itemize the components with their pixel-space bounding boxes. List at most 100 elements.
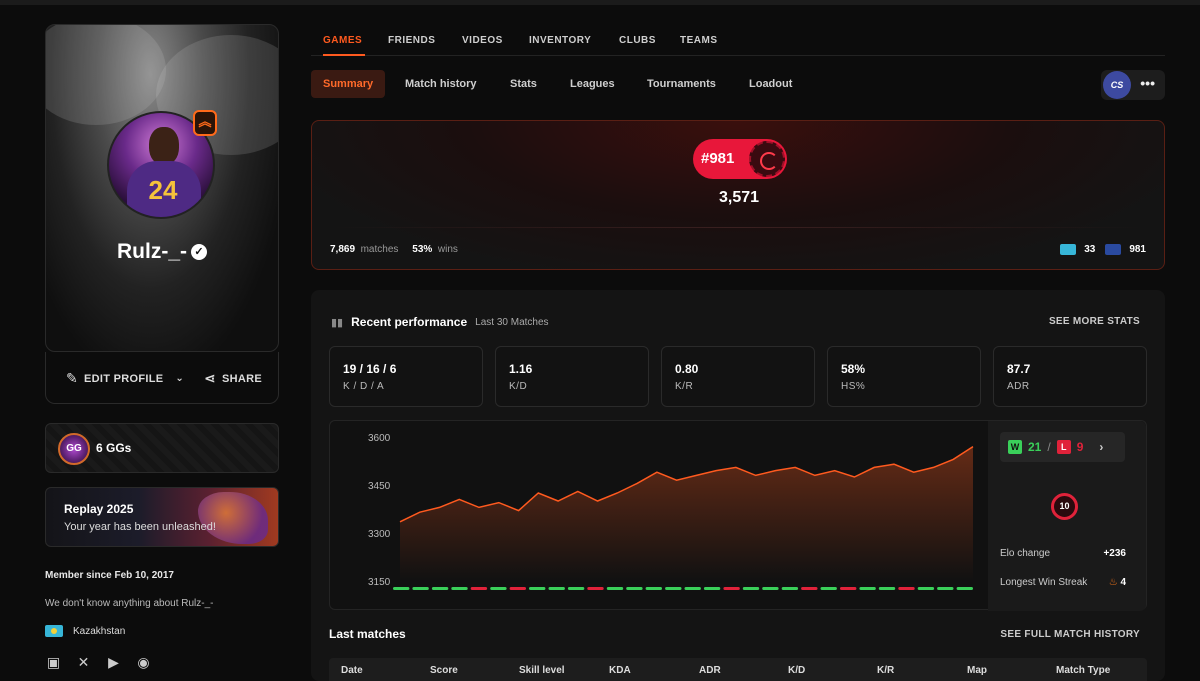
tab-clubs[interactable]: CLUBS bbox=[619, 35, 656, 46]
tab-videos[interactable]: VIDEOS bbox=[462, 35, 503, 46]
match-result-win[interactable] bbox=[490, 587, 507, 590]
y-tick-label: 3600 bbox=[368, 433, 391, 444]
elo-change-row: Elo change +236 bbox=[1000, 548, 1126, 559]
subtab-stats[interactable]: Stats bbox=[498, 70, 549, 98]
twitch-icon[interactable]: ▣ bbox=[45, 654, 62, 671]
match-result-win[interactable] bbox=[606, 587, 624, 590]
chevron-down-icon[interactable]: ⌄ bbox=[175, 373, 184, 384]
tab-friends[interactable]: FRIENDS bbox=[388, 35, 435, 46]
match-result-win[interactable] bbox=[529, 587, 546, 590]
game-selector[interactable]: CS ••• bbox=[1101, 70, 1165, 100]
cs-logo-icon[interactable]: CS bbox=[1103, 71, 1131, 99]
chevron-right-icon[interactable]: › bbox=[1099, 440, 1103, 454]
youtube-icon[interactable]: ▶ bbox=[105, 654, 122, 671]
region-rank[interactable]: 981 bbox=[1105, 244, 1146, 255]
column-header[interactable]: Match Type bbox=[1056, 665, 1110, 676]
match-result-loss[interactable] bbox=[723, 587, 740, 590]
stat-card-kd: 1.16 K/D bbox=[495, 346, 649, 407]
elo-change-value: +236 bbox=[1103, 548, 1126, 559]
stat-label: ADR bbox=[1007, 381, 1030, 392]
steam-icon[interactable]: ◉ bbox=[135, 654, 152, 671]
elo-change-label: Elo change bbox=[1000, 548, 1051, 559]
gg-card[interactable]: GG 6 GGs bbox=[45, 423, 279, 473]
column-header[interactable]: K/R bbox=[877, 665, 894, 676]
match-result-win[interactable] bbox=[859, 587, 876, 590]
more-options-icon[interactable]: ••• bbox=[1140, 75, 1155, 91]
ranking-summary: 33 981 bbox=[1060, 244, 1146, 255]
level-gauge-icon bbox=[749, 141, 785, 177]
share-button[interactable]: ⋖ SHARE bbox=[204, 370, 262, 387]
match-result-win[interactable] bbox=[956, 587, 973, 590]
rank-badge[interactable]: #981 bbox=[693, 139, 787, 179]
column-header[interactable]: ADR bbox=[699, 665, 721, 676]
match-result-loss[interactable] bbox=[898, 587, 915, 590]
subtab-leagues[interactable]: Leagues bbox=[558, 70, 627, 98]
top-strip bbox=[0, 0, 1200, 5]
subtab-summary[interactable]: Summary bbox=[311, 70, 386, 98]
win-streak-label: Longest Win Streak bbox=[1000, 577, 1088, 588]
match-result-win[interactable] bbox=[645, 587, 662, 590]
column-header[interactable]: Map bbox=[967, 665, 987, 676]
match-result-loss[interactable] bbox=[801, 587, 818, 590]
match-result-win[interactable] bbox=[878, 587, 896, 590]
kazakhstan-flag-icon bbox=[1060, 244, 1077, 255]
match-result-win[interactable] bbox=[917, 587, 935, 590]
stat-label: K/R bbox=[675, 381, 694, 392]
verified-icon: ✓ bbox=[191, 244, 207, 261]
country-rank[interactable]: 33 bbox=[1060, 244, 1095, 255]
see-full-history-link[interactable]: SEE FULL MATCH HISTORY bbox=[1000, 629, 1140, 640]
match-result-loss[interactable] bbox=[840, 587, 857, 590]
social-links: ▣ ✕ ▶ ◉ bbox=[45, 654, 152, 671]
subtab-match-history[interactable]: Match history bbox=[393, 70, 489, 98]
chevron-up-icon: ︽ bbox=[193, 110, 217, 136]
match-result-win[interactable] bbox=[742, 587, 760, 590]
username: Rulz-_- ✓ bbox=[45, 240, 279, 264]
column-header[interactable]: Skill level bbox=[519, 665, 565, 676]
match-result-win[interactable] bbox=[451, 587, 468, 590]
column-header[interactable]: Date bbox=[341, 665, 363, 676]
stat-card-hs: 58% HS% bbox=[827, 346, 981, 407]
win-percentage: 53% bbox=[412, 244, 433, 255]
y-tick-label: 3150 bbox=[368, 577, 391, 588]
match-result-win[interactable] bbox=[548, 587, 565, 590]
chart-side-panel: W 21 / L 9 › 10 Elo change +236 Longest … bbox=[988, 421, 1146, 611]
subtab-tournaments[interactable]: Tournaments bbox=[635, 70, 728, 98]
tab-inventory[interactable]: INVENTORY bbox=[529, 35, 591, 46]
stat-value: 19 / 16 / 6 bbox=[343, 362, 397, 376]
elo-chart-container: 3600 3450 3300 3150 W 21 / L 9 › 10 Elo cha… bbox=[329, 420, 1147, 611]
match-summary: 7,869 matches 53% wins bbox=[330, 244, 458, 255]
match-result-loss[interactable] bbox=[470, 587, 488, 590]
match-result-win[interactable] bbox=[431, 587, 449, 590]
match-result-loss[interactable] bbox=[587, 587, 604, 590]
match-result-win[interactable] bbox=[684, 587, 701, 590]
match-result-win[interactable] bbox=[703, 587, 721, 590]
column-header[interactable]: Score bbox=[430, 665, 458, 676]
subtab-loadout[interactable]: Loadout bbox=[737, 70, 804, 98]
active-tab-indicator bbox=[323, 54, 365, 56]
gg-icon: GG bbox=[58, 433, 90, 465]
match-result-win[interactable] bbox=[567, 587, 585, 590]
match-result-win[interactable] bbox=[665, 587, 682, 590]
match-result-loss[interactable] bbox=[509, 587, 526, 590]
match-result-win[interactable] bbox=[762, 587, 779, 590]
column-header[interactable]: KDA bbox=[609, 665, 631, 676]
see-more-stats-link[interactable]: SEE MORE STATS bbox=[1049, 316, 1140, 327]
win-tag-icon: W bbox=[1008, 440, 1022, 454]
tab-teams[interactable]: TEAMS bbox=[680, 35, 718, 46]
match-result-win[interactable] bbox=[412, 587, 429, 590]
rank-value: #981 bbox=[701, 150, 735, 167]
match-result-win[interactable] bbox=[626, 587, 643, 590]
win-loss-summary[interactable]: W 21 / L 9 › bbox=[1000, 432, 1125, 462]
match-result-win[interactable] bbox=[781, 587, 799, 590]
edit-profile-button[interactable]: ✎ EDIT PROFILE ⌄ bbox=[66, 370, 184, 387]
elo-area bbox=[400, 446, 973, 581]
column-header[interactable]: K/D bbox=[788, 665, 805, 676]
tab-games[interactable]: GAMES bbox=[323, 35, 362, 46]
match-result-win[interactable] bbox=[820, 587, 837, 590]
match-result-win[interactable] bbox=[937, 587, 954, 590]
win-streak-row: Longest Win Streak ♨ 4 bbox=[1000, 577, 1126, 588]
x-icon[interactable]: ✕ bbox=[75, 654, 92, 671]
share-icon: ⋖ bbox=[204, 370, 217, 386]
match-result-win[interactable] bbox=[393, 587, 410, 590]
replay-card[interactable]: Replay 2025 Your year has been unleashed… bbox=[45, 487, 279, 547]
